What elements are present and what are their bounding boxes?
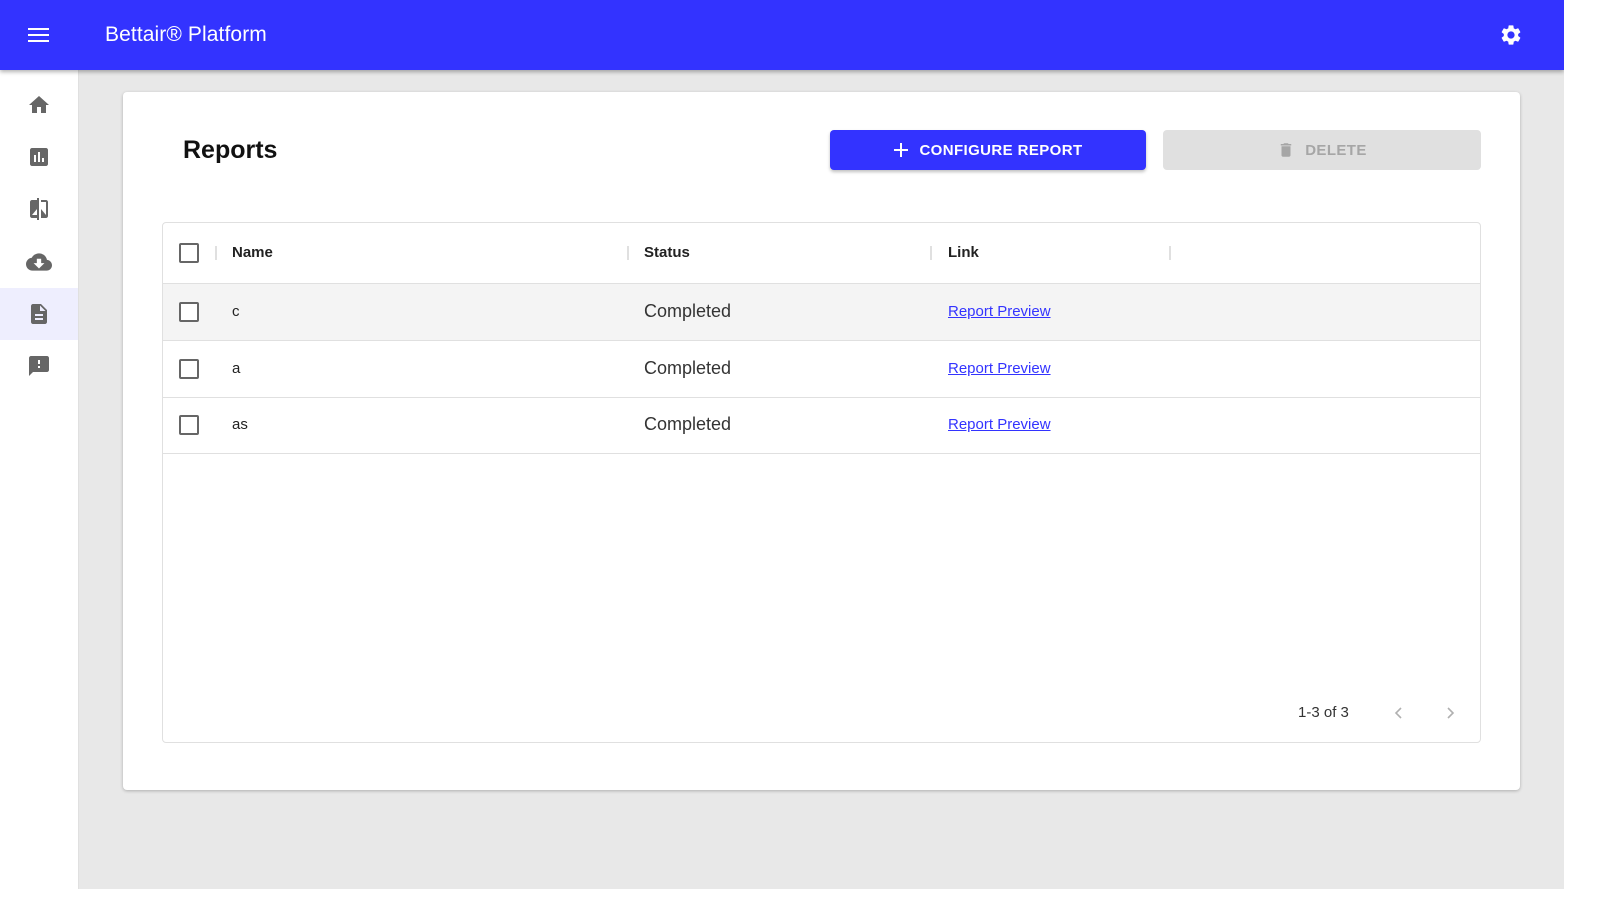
report-preview-link[interactable]: Report Preview [948,360,1051,377]
row-checkbox[interactable] [179,302,199,322]
cell-name: c [232,303,240,320]
cell-status: Completed [644,414,732,434]
column-separator[interactable] [627,246,629,260]
hamburger-menu-icon [28,28,49,42]
app-title: Bettair® Platform [105,23,267,46]
cell-name: a [232,360,241,377]
sidebar [0,70,79,889]
sidebar-item-analytics[interactable] [0,131,78,183]
top-app-bar: Bettair® Platform [0,0,1564,70]
row-checkbox[interactable] [179,359,199,379]
home-icon [29,96,49,113]
report-preview-link[interactable]: Report Preview [948,416,1051,433]
gear-icon [1501,25,1521,45]
cloud-download-icon [26,253,52,271]
next-page-button[interactable] [1434,697,1466,729]
sidebar-item-compare[interactable] [0,183,78,235]
feedback-icon [29,356,49,376]
cell-name: as [232,416,248,433]
column-separator[interactable] [1169,246,1171,260]
select-all-checkbox[interactable] [179,243,199,263]
column-separator[interactable] [215,246,217,260]
reports-card: Reports CONFIGURE REPORT DELETE Name Sta… [123,92,1520,790]
document-icon [31,304,47,324]
table-row[interactable]: as Completed Report Preview [163,397,1480,454]
pagination-info: 1-3 of 3 [1298,704,1349,721]
configure-report-label: CONFIGURE REPORT [919,141,1083,159]
trash-icon [1280,143,1292,157]
column-header-status[interactable]: Status [644,244,690,261]
delete-label: DELETE [1305,141,1367,159]
report-preview-link[interactable]: Report Preview [948,303,1051,320]
menu-button[interactable] [22,19,56,51]
column-header-link[interactable]: Link [948,244,979,261]
chevron-right-icon [1447,707,1455,719]
delete-button[interactable]: DELETE [1163,130,1481,170]
bar-chart-icon [30,148,48,166]
table-header: Name Status Link [163,223,1480,284]
sidebar-item-reports[interactable] [0,288,78,340]
table-row[interactable]: a Completed Report Preview [163,341,1480,398]
column-header-name[interactable]: Name [232,244,273,261]
chevron-left-icon [1394,707,1402,719]
cell-status: Completed [644,301,732,321]
row-checkbox[interactable] [179,415,199,435]
compare-icon [30,198,48,220]
column-separator[interactable] [930,246,932,260]
settings-button[interactable] [1494,18,1528,52]
configure-report-button[interactable]: CONFIGURE REPORT [830,130,1146,170]
table-row[interactable]: c Completed Report Preview [163,284,1480,341]
reports-table: Name Status Link c Completed Report Prev… [162,222,1481,743]
plus-icon [894,143,909,157]
sidebar-item-feedback[interactable] [0,340,78,392]
page-title: Reports [183,136,278,164]
sidebar-item-home[interactable] [0,79,78,131]
sidebar-item-download[interactable] [0,236,78,288]
cell-status: Completed [644,358,732,378]
app-root: Bettair® Platform Reports CONFIGURE REPO… [0,0,1564,889]
previous-page-button[interactable] [1383,697,1415,729]
